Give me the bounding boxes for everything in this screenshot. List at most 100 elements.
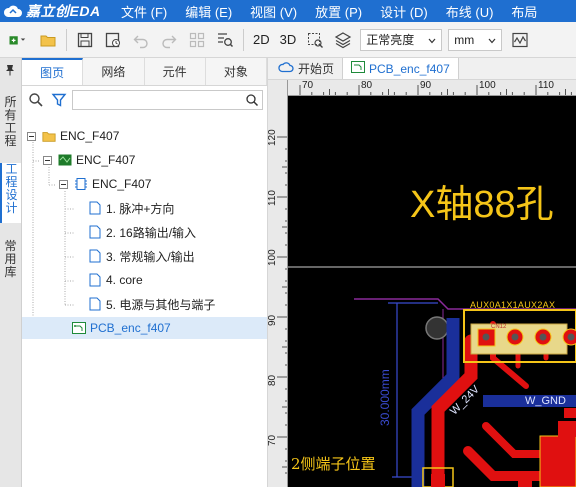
ruler-left: 120 110 100 90 80 70 — [268, 80, 288, 487]
tree-item-page[interactable]: 4. core — [88, 269, 143, 291]
new-project-icon[interactable] — [2, 28, 32, 52]
chevron-down-icon — [428, 33, 436, 47]
search-icon[interactable] — [26, 90, 46, 110]
mounting-hole — [425, 316, 449, 340]
collapse-icon[interactable] — [40, 153, 54, 167]
component-pad — [518, 473, 532, 487]
unit-select[interactable]: mm — [448, 28, 503, 51]
menu-edit[interactable]: 编辑 (E) — [176, 2, 241, 21]
net-label-gnd: W_GND — [525, 395, 566, 407]
menu-design[interactable]: 设计 (D) — [371, 2, 437, 21]
app-logo[interactable]: 嘉立创EDA — [0, 1, 112, 21]
collapse-icon[interactable] — [24, 129, 38, 143]
folder-icon — [42, 129, 56, 143]
silkscreen-pin-labels: AUX0A1X1AUX2AX — [470, 300, 556, 310]
menu-route[interactable]: 布线 (U) — [437, 2, 503, 21]
dimension-label: 30.000mm — [378, 369, 392, 426]
waveform-icon[interactable] — [508, 28, 532, 52]
tree-item-schematic[interactable]: ENC_F407 — [56, 173, 151, 195]
open-folder-icon[interactable] — [36, 28, 60, 52]
tree-item-label: ENC_F407 — [92, 177, 152, 191]
tree-item-label: ENC_F407 — [76, 153, 136, 167]
page-icon — [88, 201, 102, 215]
tree-item-page[interactable]: 3. 常规输入/输出 — [88, 245, 195, 267]
ruler-top: 70 80 90 100 110 — [288, 80, 576, 96]
menu-place[interactable]: 放置 (P) — [306, 2, 371, 21]
panel-tabs: 图页 网络 元件 对象 — [22, 58, 267, 86]
tree-item-project[interactable]: ENC_F407 — [24, 125, 119, 147]
toolbar-divider — [66, 28, 67, 51]
search-icon[interactable] — [245, 93, 259, 110]
ruler-label: 110 — [268, 190, 278, 206]
tab-common-library[interactable]: 常用库 — [0, 240, 21, 285]
part-reference: CN12 — [491, 324, 507, 330]
tab-common-library-label: 常用库 — [4, 239, 17, 279]
tree-item-label: 3. 常规输入/输出 — [106, 249, 195, 264]
undo-icon[interactable] — [129, 28, 153, 52]
component-pad — [431, 474, 445, 487]
view-2d-button[interactable]: 2D — [248, 32, 275, 47]
tab-all-projects-label: 所有工程 — [4, 95, 17, 148]
search-row — [22, 86, 267, 114]
document-tabs: 开始页 PCB_enc_f407 — [268, 58, 576, 80]
tab-pcb-label: PCB_enc_f407 — [369, 61, 450, 76]
pcb-graphics — [288, 266, 576, 487]
menu-view[interactable]: 视图 (V) — [241, 2, 306, 21]
ruler-label: 80 — [361, 80, 373, 91]
brightness-select[interactable]: 正常亮度 — [360, 28, 443, 51]
ruler-label: 90 — [268, 314, 278, 326]
pin-icon[interactable] — [5, 64, 15, 79]
cloud-icon — [278, 61, 294, 76]
tree-item-label: ENC_F407 — [60, 129, 120, 143]
ruler-label: 70 — [302, 80, 314, 91]
tab-nets[interactable]: 网络 — [83, 58, 145, 85]
app-logo-text: 嘉立创EDA — [26, 3, 101, 19]
tree-item-page[interactable]: 1. 脉冲+方向 — [88, 197, 174, 219]
left-vertical-tabs: 所有工程 工程设计 常用库 — [0, 58, 22, 487]
toolbar: 2D 3D 正常亮度 mm — [0, 22, 576, 58]
search-input[interactable] — [73, 91, 262, 109]
tab-start-page[interactable]: 开始页 — [268, 58, 344, 79]
page-icon — [88, 273, 102, 287]
tree-item-label: 1. 脉冲+方向 — [106, 201, 175, 216]
filter-icon[interactable] — [49, 90, 69, 110]
redo-icon[interactable] — [157, 28, 181, 52]
silkscreen-title: X轴88孔 — [410, 184, 554, 226]
zoom-area-icon[interactable] — [303, 28, 327, 52]
save-icon[interactable] — [73, 28, 97, 52]
ruler-label: 100 — [479, 80, 496, 91]
layers-icon[interactable] — [331, 28, 355, 52]
tab-project-design[interactable]: 工程设计 — [0, 163, 21, 223]
tree-item-pcb[interactable]: PCB_enc_f407 — [22, 317, 267, 339]
grid-select-icon[interactable] — [185, 28, 209, 52]
silkscreen-bottom-text: 2侧端子位置 — [291, 455, 376, 473]
tab-components[interactable]: 元件 — [145, 58, 206, 85]
pcb-canvas[interactable]: X轴88孔 30.000mm W_24V W_GND AUX0A1X1AUX2A… — [288, 96, 576, 487]
ruler-label: 120 — [268, 129, 278, 146]
tab-all-projects[interactable]: 所有工程 — [0, 96, 21, 154]
menu-file[interactable]: 文件 (F) — [112, 2, 176, 21]
tab-objects[interactable]: 对象 — [206, 58, 267, 85]
tree-item-page[interactable]: 2. 16路输出/输入 — [88, 221, 196, 243]
save-as-icon[interactable] — [101, 28, 125, 52]
ruler-label: 90 — [420, 80, 432, 91]
page-icon — [88, 249, 102, 263]
tab-pcb[interactable]: PCB_enc_f407 — [343, 58, 459, 79]
collapse-icon[interactable] — [56, 177, 70, 191]
board-icon — [58, 153, 72, 167]
schematic-icon — [74, 177, 88, 191]
search-field[interactable] — [72, 90, 263, 110]
tab-pages[interactable]: 图页 — [22, 58, 84, 85]
ruler-label: 70 — [268, 434, 278, 446]
tree-item-page[interactable]: 5. 电源与其他与端子 — [88, 293, 215, 315]
menu-layout[interactable]: 布局 — [502, 2, 546, 21]
tree-item-label: 5. 电源与其他与端子 — [106, 297, 216, 312]
ruler-label: 100 — [268, 249, 278, 266]
project-panel: 图页 网络 元件 对象 ENC_F407 ENC_F407 ENC_F407 1… — [22, 58, 268, 487]
toolbar-divider — [243, 28, 244, 51]
tree-item-board[interactable]: ENC_F407 — [40, 149, 135, 171]
view-3d-button[interactable]: 3D — [275, 32, 302, 47]
chevron-down-icon — [488, 33, 496, 47]
find-icon[interactable] — [213, 28, 237, 52]
tab-project-design-label: 工程设计 — [5, 162, 18, 215]
